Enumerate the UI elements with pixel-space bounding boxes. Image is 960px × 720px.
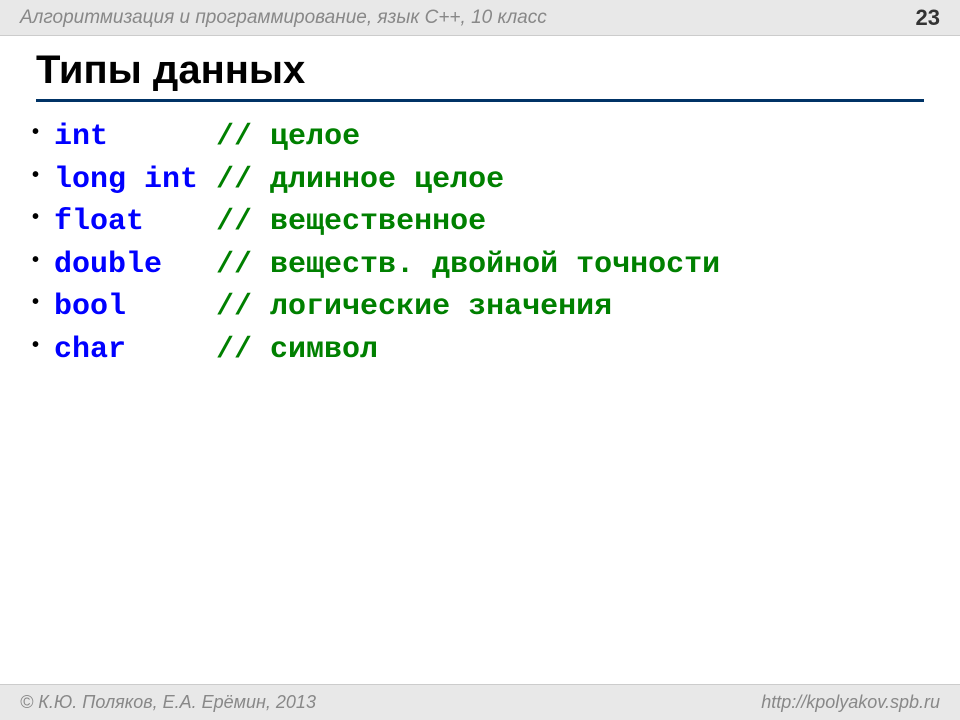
- footer-copyright: © К.Ю. Поляков, Е.А. Ерёмин, 2013: [20, 692, 316, 713]
- slide-title: Типы данных: [36, 48, 924, 102]
- type-item: long int // длинное целое: [54, 159, 920, 202]
- content-area: int // целое long int // длинное целое f…: [0, 102, 960, 372]
- header-bar: Алгоритмизация и программирование, язык …: [0, 0, 960, 36]
- page-number: 23: [916, 5, 940, 31]
- footer-bar: © К.Ю. Поляков, Е.А. Ерёмин, 2013 http:/…: [0, 684, 960, 720]
- type-keyword: char: [54, 333, 198, 367]
- type-item: char // символ: [54, 329, 920, 372]
- type-comment: // веществ. двойной точности: [198, 248, 720, 282]
- type-keyword: int: [54, 120, 198, 154]
- type-keyword: bool: [54, 290, 198, 324]
- type-item: bool // логические значения: [54, 286, 920, 329]
- type-list: int // целое long int // длинное целое f…: [54, 116, 920, 372]
- type-comment: // вещественное: [198, 205, 486, 239]
- header-title: Алгоритмизация и программирование, язык …: [20, 7, 547, 29]
- type-keyword: long int: [54, 163, 198, 197]
- type-keyword: double: [54, 248, 198, 282]
- type-comment: // длинное целое: [198, 163, 504, 197]
- type-item: double // веществ. двойной точности: [54, 244, 920, 287]
- type-comment: // целое: [216, 120, 360, 154]
- type-comment: // логические значения: [198, 290, 612, 324]
- type-item: float // вещественное: [54, 201, 920, 244]
- type-comment: // символ: [198, 333, 378, 367]
- type-keyword: float: [54, 205, 198, 239]
- footer-url: http://kpolyakov.spb.ru: [761, 692, 940, 713]
- type-item: int // целое: [54, 116, 920, 159]
